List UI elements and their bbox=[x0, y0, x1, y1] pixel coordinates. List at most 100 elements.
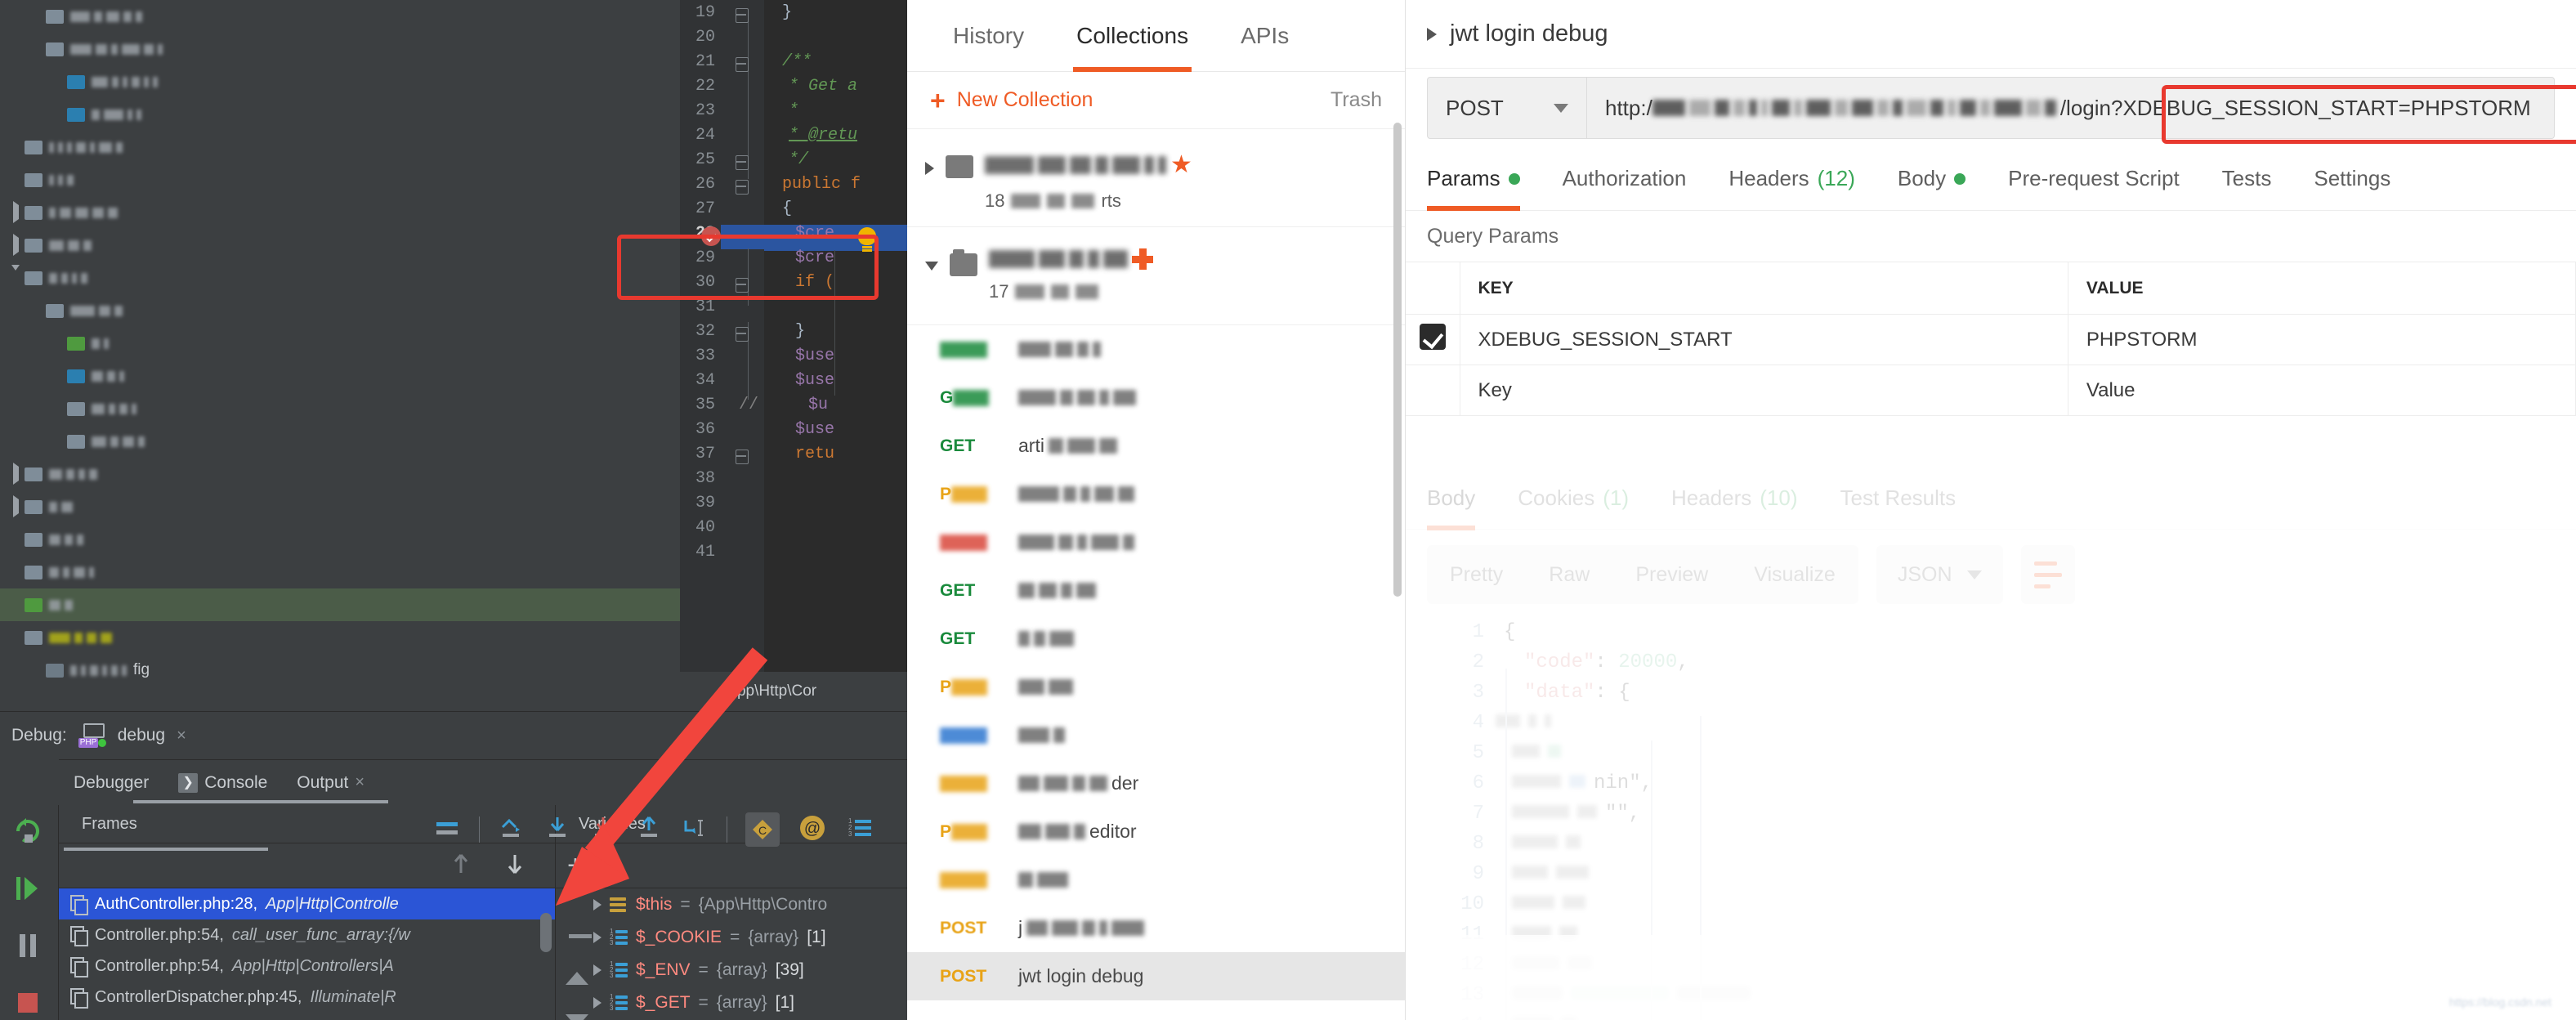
response-view-mode-visualize[interactable]: Visualize bbox=[1731, 563, 1858, 587]
project-tree-item[interactable]: fig bbox=[0, 654, 680, 687]
line-number[interactable]: 34 bbox=[678, 371, 715, 390]
project-tree-item[interactable] bbox=[0, 621, 680, 654]
request-tabs[interactable]: Params Authorization Headers (12) Body Pre-re… bbox=[1406, 147, 2576, 211]
line-number[interactable]: 31 bbox=[678, 298, 715, 316]
chevron-down-icon[interactable] bbox=[925, 262, 938, 277]
chevron-right-icon[interactable] bbox=[593, 997, 602, 1009]
project-tree-item[interactable] bbox=[0, 131, 680, 163]
code-line[interactable]: * Get a bbox=[789, 77, 857, 96]
fold-toggle-icon[interactable] bbox=[734, 56, 749, 72]
editor-gutter[interactable]: 1920212223242526272829303132333435//3637… bbox=[680, 0, 764, 711]
run-to-cursor-icon[interactable] bbox=[681, 814, 709, 846]
line-number[interactable]: 20 bbox=[678, 28, 715, 47]
resume-program-icon[interactable] bbox=[7, 867, 49, 910]
line-number[interactable]: 24 bbox=[678, 126, 715, 145]
project-tree-item[interactable] bbox=[0, 294, 680, 327]
move-up-icon[interactable] bbox=[566, 972, 588, 985]
close-output-icon[interactable]: × bbox=[355, 773, 364, 792]
code-line[interactable]: $use bbox=[795, 420, 834, 439]
response-tab-body[interactable]: Body bbox=[1427, 467, 1496, 530]
chevron-right-icon[interactable] bbox=[925, 162, 934, 175]
response-tab-test-results[interactable]: Test Results bbox=[1819, 467, 1978, 530]
response-view-modes[interactable]: Pretty Raw Preview Visualize bbox=[1427, 545, 1858, 604]
variable-row[interactable]: 1 2 3 $_COOKIE = {array} [1] bbox=[556, 921, 907, 954]
request-tab-tests[interactable]: Tests bbox=[2201, 147, 2293, 211]
variable-row[interactable]: 1 2 3 $_GET = {array} [1] bbox=[556, 986, 907, 1019]
response-view-mode-preview[interactable]: Preview bbox=[1612, 563, 1731, 587]
project-tree-item[interactable] bbox=[0, 523, 680, 556]
variable-row[interactable]: 1 2 3 $_ENV = {array} [39] bbox=[556, 954, 907, 986]
collection-request-item[interactable]: GET arti bbox=[907, 422, 1405, 470]
debugger-tab-output[interactable]: Output × bbox=[282, 773, 379, 793]
collection-request-item[interactable]: der bbox=[907, 759, 1405, 808]
query-param-value[interactable]: Value bbox=[2067, 365, 2576, 416]
code-line[interactable]: $cre bbox=[795, 248, 834, 267]
code-line[interactable]: * @retu bbox=[789, 126, 857, 145]
frames-scrollbar[interactable] bbox=[540, 913, 552, 952]
sidebar-tab-history[interactable]: History bbox=[927, 0, 1050, 72]
project-tree-item[interactable] bbox=[0, 262, 680, 294]
collection-request-item[interactable]: GET bbox=[907, 615, 1405, 663]
fold-toggle-icon[interactable] bbox=[734, 449, 749, 464]
project-tree-item[interactable] bbox=[0, 163, 680, 196]
collection-request-item[interactable]: P bbox=[907, 470, 1405, 518]
chevron-right-icon[interactable] bbox=[7, 495, 25, 517]
stack-frame-row[interactable]: Controller.php:54, call_user_func_array:{… bbox=[59, 919, 555, 951]
line-number[interactable]: 41 bbox=[678, 543, 715, 561]
collection-row[interactable]: ★ 18 rts bbox=[907, 129, 1405, 227]
query-param-key[interactable]: Key bbox=[1459, 365, 2068, 416]
chevron-right-icon[interactable] bbox=[1427, 27, 1437, 41]
chevron-right-icon[interactable] bbox=[593, 964, 602, 976]
project-tree-item[interactable] bbox=[0, 392, 680, 425]
stack-frame-row[interactable]: Controller.php:54, App|Http|Controllers|A bbox=[59, 951, 555, 982]
debugger-tab-console[interactable]: ❯ Console bbox=[163, 772, 282, 793]
stop-icon[interactable] bbox=[7, 982, 49, 1020]
lightbulb-icon[interactable] bbox=[858, 227, 876, 248]
line-number[interactable]: 40 bbox=[678, 518, 715, 537]
code-line[interactable]: * bbox=[789, 101, 798, 120]
variable-row[interactable]: $this = {App\Http\Contro bbox=[556, 888, 907, 921]
code-line[interactable]: retu bbox=[795, 445, 834, 463]
project-tree-item[interactable] bbox=[0, 588, 680, 621]
chevron-down-icon[interactable] bbox=[7, 265, 25, 289]
collection-request-item[interactable]: G bbox=[907, 374, 1405, 422]
sidebar-scrollbar[interactable] bbox=[1393, 123, 1402, 597]
frame-down-icon[interactable] bbox=[503, 850, 527, 882]
response-view-mode-pretty[interactable]: Pretty bbox=[1427, 563, 1526, 587]
line-number[interactable]: 27 bbox=[678, 199, 715, 218]
stack-frame-row[interactable]: AuthController.php:28, App|Http|Controlle bbox=[59, 888, 555, 919]
line-number[interactable]: 30 bbox=[678, 273, 715, 292]
project-tree-item[interactable] bbox=[0, 65, 680, 98]
chevron-right-icon[interactable] bbox=[7, 201, 25, 223]
project-tree-item[interactable] bbox=[0, 0, 680, 33]
collection-request-item[interactable]: POST j bbox=[907, 904, 1405, 952]
checkbox-checked-icon[interactable] bbox=[1419, 324, 1446, 350]
response-format-select[interactable]: JSON bbox=[1876, 545, 2003, 604]
line-number[interactable]: 21 bbox=[678, 52, 715, 71]
chevron-right-icon[interactable] bbox=[593, 899, 602, 910]
favorite-star-icon[interactable]: ★ bbox=[1170, 150, 1192, 179]
stepping-toolbar[interactable]: C @ 123 bbox=[433, 807, 873, 852]
project-tree-item[interactable] bbox=[0, 490, 680, 523]
move-down-icon[interactable] bbox=[566, 1014, 588, 1020]
sidebar-tabs[interactable]: History Collections APIs bbox=[907, 0, 1405, 72]
sidebar-tab-collections[interactable]: Collections bbox=[1050, 0, 1214, 72]
code-line[interactable]: { bbox=[782, 199, 792, 218]
fork-icon[interactable] bbox=[1132, 248, 1153, 270]
debugger-tab-debugger[interactable]: Debugger bbox=[59, 773, 163, 793]
project-tree-item[interactable] bbox=[0, 196, 680, 229]
request-tab-settings[interactable]: Settings bbox=[2292, 147, 2412, 211]
line-number[interactable]: 22 bbox=[678, 77, 715, 96]
collection-request-item[interactable]: POST jwt login debug bbox=[907, 952, 1405, 1000]
step-over-icon[interactable] bbox=[498, 814, 525, 846]
project-tree-item[interactable] bbox=[0, 98, 680, 131]
project-tree[interactable]: fig bbox=[0, 0, 680, 711]
chevron-right-icon[interactable] bbox=[593, 932, 602, 943]
collection-request-item[interactable] bbox=[907, 325, 1405, 374]
line-number[interactable]: 39 bbox=[678, 494, 715, 512]
step-out-icon[interactable] bbox=[635, 814, 663, 846]
line-number[interactable]: 36 bbox=[678, 420, 715, 439]
query-param-key[interactable]: XDEBUG_SESSION_START bbox=[1459, 314, 2068, 365]
add-watch-icon[interactable]: + bbox=[567, 852, 584, 879]
query-param-checkbox-cell[interactable] bbox=[1406, 365, 1460, 416]
